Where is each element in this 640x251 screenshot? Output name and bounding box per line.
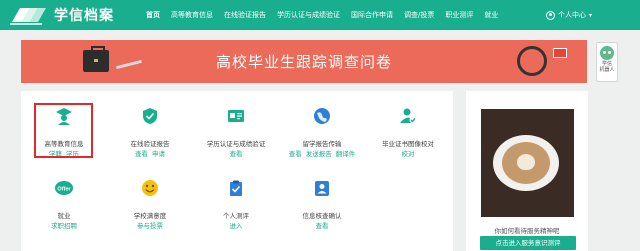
robot-label-2: 机器人 xyxy=(599,67,615,73)
service-link[interactable]: 校对 xyxy=(402,150,415,158)
highlight-box xyxy=(34,103,93,158)
top-nav-bar: 学信档案 首页 高等教育信息 在线验证报告 学历认证与成绩验证 国际合作申请 调查/投票 职… xyxy=(0,0,640,30)
clipboard-check-icon xyxy=(227,179,245,197)
latte-heart xyxy=(517,154,535,170)
service-card-5[interactable]: Offer 就业求职招聘 xyxy=(21,169,107,233)
nav-item-2[interactable]: 在线验证报告 xyxy=(224,10,266,20)
service-link[interactable]: 查看 xyxy=(316,222,329,230)
bicycle-wheel-icon xyxy=(517,46,547,76)
chevron-down-icon: ▾ xyxy=(589,11,593,19)
service-link[interactable]: 翻译件 xyxy=(336,150,356,158)
nav-item-5[interactable]: 调查/投票 xyxy=(404,10,434,20)
service-link[interactable]: 查看 xyxy=(230,150,243,158)
globe-icon xyxy=(313,107,331,125)
service-link[interactable]: 求职招聘 xyxy=(51,222,77,230)
service-label: 学校满意度 xyxy=(133,212,167,220)
nav-item-4[interactable]: 国际合作申请 xyxy=(351,10,393,20)
service-label: 留学报告传输 xyxy=(302,140,342,148)
latte-art-image[interactable] xyxy=(481,109,574,217)
service-links: 校对 xyxy=(365,148,451,158)
service-label: 信息核查确认 xyxy=(302,212,342,220)
services-panel: 高等教育信息 学籍 学历 在线验证报告 查看 申请 学历认证与成绩验证 查看 留学报告传输 查看发… xyxy=(21,91,453,251)
service-card-7[interactable]: 个人测评 进入 xyxy=(193,169,279,233)
svg-text:Offer: Offer xyxy=(57,187,71,193)
service-assessment-button[interactable]: 点击进入服务意识测评 xyxy=(480,236,576,250)
service-label: 在线验证报告 xyxy=(130,140,170,148)
side-card-text: 你如何看待服务精神呢 xyxy=(494,227,560,235)
service-card-1[interactable]: 在线验证报告 查看 申请 xyxy=(107,97,193,161)
robot-assistant[interactable]: 学信 机器人 xyxy=(596,42,618,82)
service-links: 参与投票 xyxy=(107,220,193,230)
service-links: 查看 xyxy=(193,148,279,158)
service-label: 学历认证与成绩验证 xyxy=(206,140,266,148)
nav-item-3[interactable]: 学历认证与成绩验证 xyxy=(277,10,340,20)
survey-banner[interactable]: 高校毕业生跟踪调查问卷 xyxy=(21,40,587,83)
service-links: 查看 申请 xyxy=(107,148,193,158)
id-card-icon xyxy=(227,107,245,125)
service-label: 就业 xyxy=(57,212,71,220)
banner-title: 高校毕业生跟踪调查问卷 xyxy=(215,53,392,71)
service-link[interactable]: 查看 xyxy=(289,150,302,158)
service-link[interactable]: 申请 xyxy=(152,150,165,158)
user-icon xyxy=(546,10,555,20)
service-label: 个人测评 xyxy=(223,212,249,220)
logo-book-icon xyxy=(10,8,46,25)
nav-item-7[interactable]: 就业 xyxy=(484,10,498,20)
user-check-icon xyxy=(399,107,417,125)
service-card-2[interactable]: 学历认证与成绩验证 查看 xyxy=(193,97,279,161)
service-links: 查看 发送报告 翻译件 xyxy=(279,148,365,158)
service-link[interactable]: 发送报告 xyxy=(306,150,332,158)
service-label: 毕业证书图像校对 xyxy=(382,140,434,148)
smiley-icon xyxy=(141,179,159,197)
flag-icon xyxy=(553,48,567,58)
main-nav: 首页 高等教育信息 在线验证报告 学历认证与成绩验证 国际合作申请 调查/投票 职业测评 就业 xyxy=(146,0,509,30)
shield-check-icon xyxy=(141,107,159,125)
nav-item-0[interactable]: 首页 xyxy=(146,10,160,20)
service-card-8[interactable]: 信息核查确认 查看 xyxy=(279,169,365,233)
side-card: 你如何看待服务精神呢 点击进入服务意识测评 xyxy=(466,91,588,251)
service-link[interactable]: 进入 xyxy=(230,222,243,230)
service-links: 进入 xyxy=(193,220,279,230)
service-card-0[interactable]: 高等教育信息 学籍 学历 xyxy=(21,97,107,161)
service-card-6[interactable]: 学校满意度 参与投票 xyxy=(107,169,193,233)
robot-icon xyxy=(600,46,614,60)
user-menu-label: 个人中心 xyxy=(558,11,586,19)
service-link[interactable]: 查看 xyxy=(135,150,148,158)
logo[interactable]: 学信档案 xyxy=(8,4,114,26)
person-badge-icon xyxy=(313,179,331,197)
nav-item-6[interactable]: 职业测评 xyxy=(445,10,473,20)
offer-icon: Offer xyxy=(55,179,73,197)
user-menu[interactable]: 个人中心 ▾ xyxy=(546,0,592,30)
service-links: 查看 xyxy=(279,220,365,230)
service-card-3[interactable]: 留学报告传输 查看 发送报告 翻译件 xyxy=(279,97,365,161)
service-links: 求职招聘 xyxy=(21,220,107,230)
service-card-4[interactable]: 毕业证书图像校对 校对 xyxy=(365,97,451,161)
service-link[interactable]: 参与投票 xyxy=(137,222,163,230)
brand-name: 学信档案 xyxy=(54,8,114,24)
nav-item-1[interactable]: 高等教育信息 xyxy=(171,10,213,20)
